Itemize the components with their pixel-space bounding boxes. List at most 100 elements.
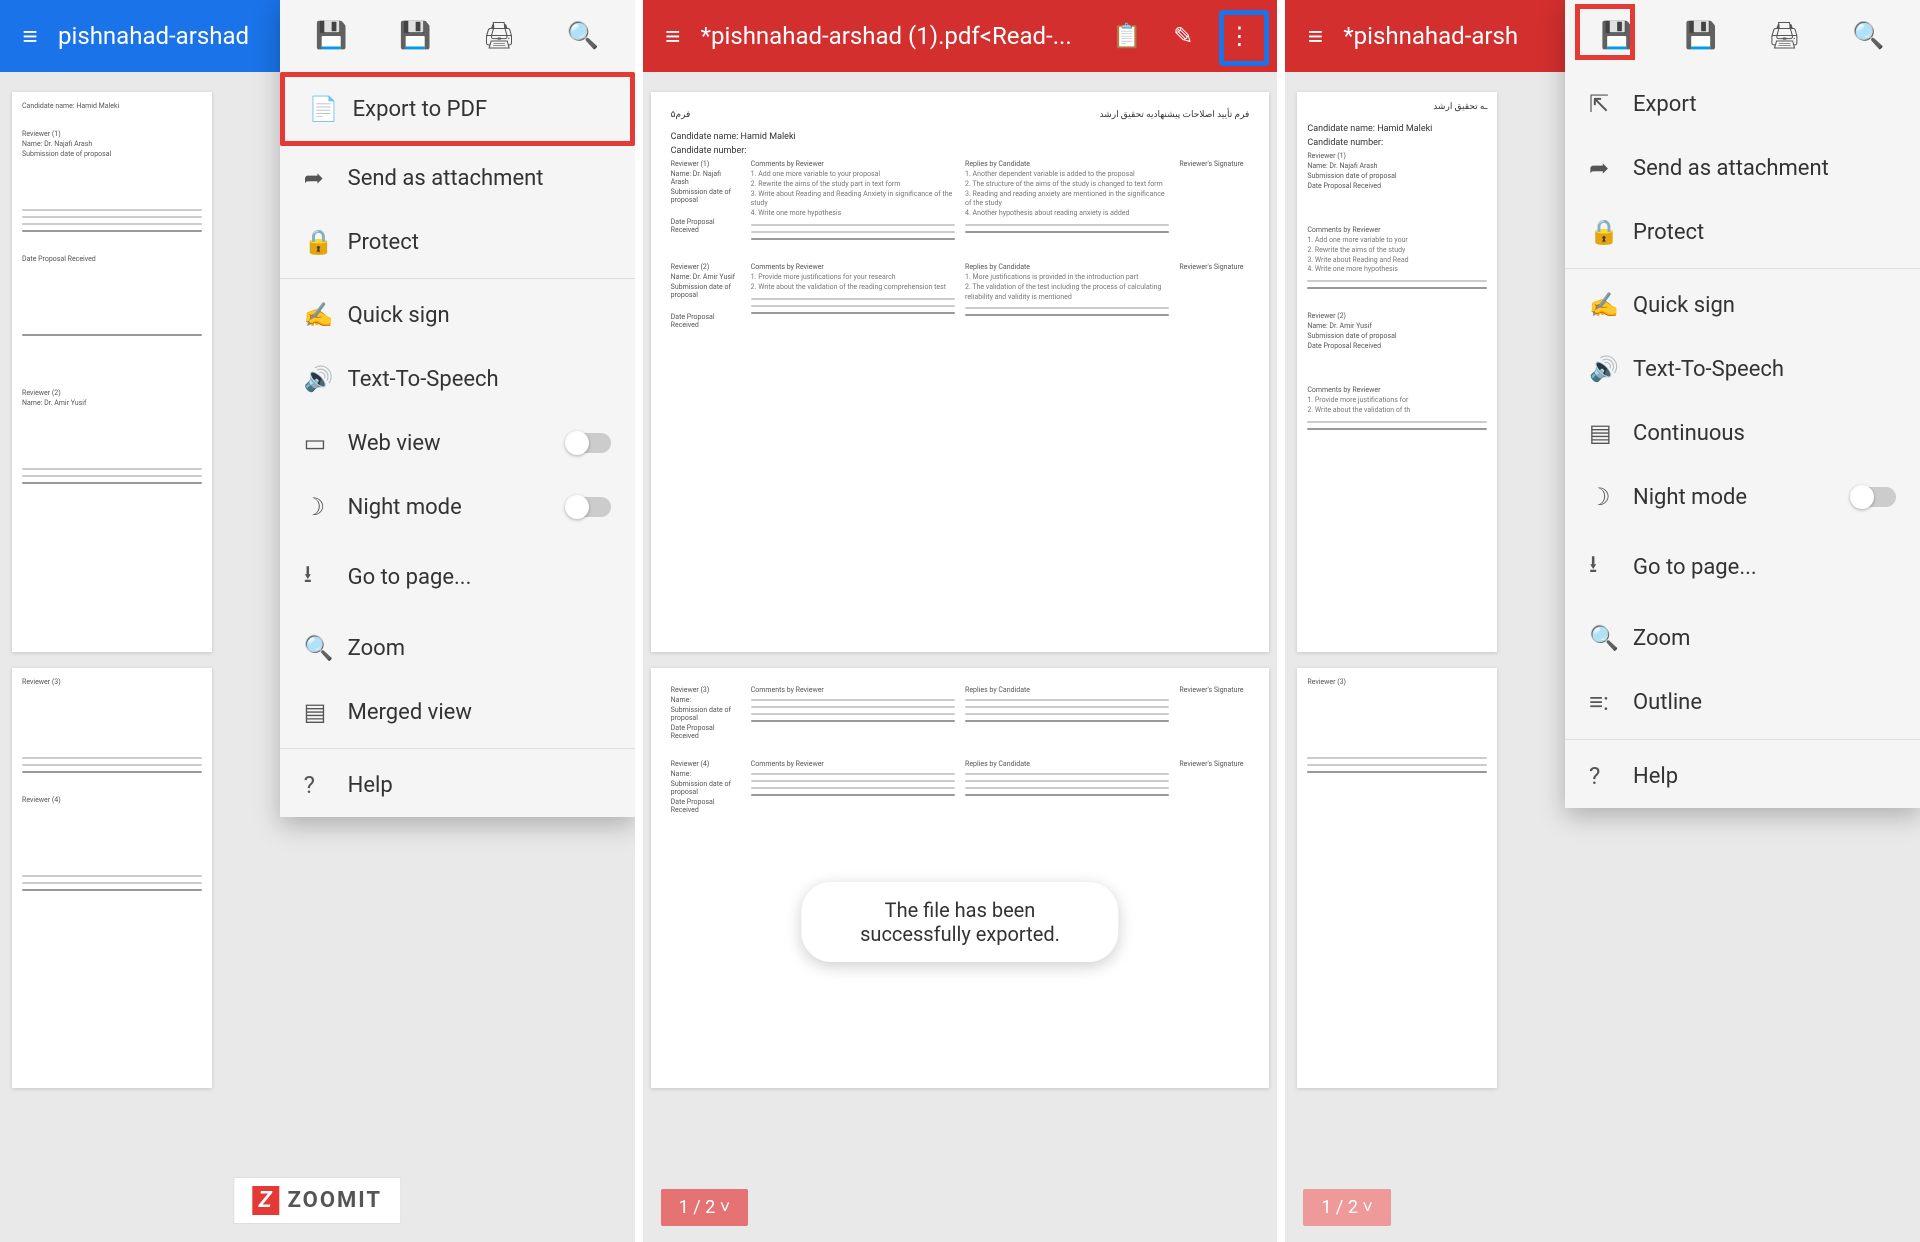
menu-item-send-as-attachment[interactable]: ➦Send as attachment xyxy=(280,146,635,210)
menu-item-quick-sign[interactable]: ✍Quick sign xyxy=(280,283,635,347)
menu-item-text-to-speech[interactable]: 🔊Text-To-Speech xyxy=(280,347,635,411)
menu-item-export-to-pdf[interactable]: 📄Export to PDF xyxy=(280,72,635,146)
screen-1: ≡ pishnahad-arshad Candidate name: Hamid… xyxy=(0,0,635,1242)
menu-item-help[interactable]: ?Help xyxy=(1565,744,1920,808)
document-area[interactable]: فرم۵فرم تأیید اصلاحات پیشنهادیه تحقیق ار… xyxy=(643,72,1278,1242)
doc-page-1: فرم۵فرم تأیید اصلاحات پیشنهادیه تحقیق ار… xyxy=(651,92,1270,652)
Zoom-icon: 🔍 xyxy=(304,634,348,662)
menu-item-export[interactable]: ⇱Export xyxy=(1565,72,1920,136)
watermark: ZZOOMIT xyxy=(234,1177,401,1224)
menu-item-outline[interactable]: ≡:Outline xyxy=(1565,670,1920,735)
doc-page-2: Reviewer (3)Name:Submission date of prop… xyxy=(651,668,1270,1088)
menu-item-label: Send as attachment xyxy=(1633,156,1829,181)
menu-item-go-to-page-[interactable]: ⭳Go to page... xyxy=(1565,529,1920,606)
Protect-icon: 🔒 xyxy=(304,228,348,256)
save-as-icon[interactable]: 💾 xyxy=(391,12,439,60)
menu-item-help[interactable]: ?Help xyxy=(280,753,635,817)
menu-item-label: Send as attachment xyxy=(348,166,544,191)
doc-page: Reviewer (3) xyxy=(1297,668,1497,1088)
menu-item-label: Text-To-Speech xyxy=(348,367,499,392)
Text-To-Speech-icon: 🔊 xyxy=(304,365,348,393)
menu-item-label: Merged view xyxy=(348,700,472,725)
highlight-more-button xyxy=(1219,10,1269,66)
doc-page: Reviewer (3) Reviewer (4) xyxy=(12,668,212,1088)
menu-item-protect[interactable]: 🔒Protect xyxy=(1565,200,1920,264)
menu-item-zoom[interactable]: 🔍Zoom xyxy=(1565,606,1920,670)
save-as-icon[interactable]: 💾 xyxy=(1677,12,1725,60)
doc-page: Candidate name: Hamid Maleki Reviewer (1… xyxy=(12,92,212,652)
menu-item-label: Export to PDF xyxy=(353,97,487,122)
Outline-icon: ≡: xyxy=(1589,688,1633,717)
find-icon[interactable]: 🔍 xyxy=(559,12,607,60)
menu-item-web-view[interactable]: ▭Web view xyxy=(280,411,635,475)
Export to PDF-icon: 📄 xyxy=(309,95,353,123)
screen-2: ≡ *pishnahad-arshad (1).pdf<Read-... 📋 ✎… xyxy=(643,0,1278,1242)
menu-item-label: Night mode xyxy=(1633,485,1747,510)
menu-item-protect[interactable]: 🔒Protect xyxy=(280,210,635,274)
menu-item-night-mode[interactable]: ☽Night mode xyxy=(280,475,635,539)
overflow-menu: 💾 💾 🖨 🔍 📄Export to PDF➦Send as attachmen… xyxy=(280,0,635,817)
print-icon[interactable]: 🖨 xyxy=(1760,12,1808,60)
menu-item-label: Export xyxy=(1633,92,1697,117)
Help-icon: ? xyxy=(304,771,348,799)
menu-item-label: Quick sign xyxy=(1633,293,1735,318)
hamburger-icon[interactable]: ≡ xyxy=(10,21,50,52)
Continuous-icon: ▤ xyxy=(1589,419,1633,447)
Send as attachment-icon: ➦ xyxy=(1589,154,1633,182)
file-title: *pishnahad-arshad (1).pdf<Read-... xyxy=(693,22,1100,50)
highlight-save-button xyxy=(1575,4,1635,60)
Text-To-Speech-icon: 🔊 xyxy=(1589,355,1633,383)
Merged view-icon: ▤ xyxy=(304,698,348,726)
overflow-menu: 💾 💾 🖨 🔍 ⇱Export➦Send as attachment🔒Prote… xyxy=(1565,0,1920,808)
menu-icon-row: 💾 💾 🖨 🔍 xyxy=(280,0,635,72)
Protect-icon: 🔒 xyxy=(1589,218,1633,246)
topbar: ≡ *pishnahad-arshad (1).pdf<Read-... 📋 ✎… xyxy=(643,0,1278,72)
Send as attachment-icon: ➦ xyxy=(304,164,348,192)
Quick sign-icon: ✍ xyxy=(1589,291,1633,319)
menu-item-label: Help xyxy=(1633,764,1678,789)
menu-item-merged-view[interactable]: ▤Merged view xyxy=(280,680,635,744)
menu-item-label: Continuous xyxy=(1633,421,1745,446)
page-indicator[interactable]: 1 / 2 ˅ xyxy=(661,1189,749,1226)
export-success-toast: The file has been successfully exported. xyxy=(801,882,1118,962)
menu-item-label: Go to page... xyxy=(348,565,472,590)
find-icon[interactable]: 🔍 xyxy=(1844,12,1892,60)
menu-item-label: Web view xyxy=(348,431,441,456)
menu-icon-row: 💾 💾 🖨 🔍 xyxy=(1565,0,1920,72)
toggle[interactable] xyxy=(567,497,611,517)
Zoom-icon: 🔍 xyxy=(1589,624,1633,652)
toggle[interactable] xyxy=(1852,487,1896,507)
Export-icon: ⇱ xyxy=(1589,90,1633,118)
print-icon[interactable]: 🖨 xyxy=(475,12,523,60)
Night mode-icon: ☽ xyxy=(304,493,348,521)
menu-item-label: Protect xyxy=(1633,220,1704,245)
menu-item-text-to-speech[interactable]: 🔊Text-To-Speech xyxy=(1565,337,1920,401)
menu-item-go-to-page-[interactable]: ⭳Go to page... xyxy=(280,539,635,616)
menu-item-send-as-attachment[interactable]: ➦Send as attachment xyxy=(1565,136,1920,200)
menu-item-label: Text-To-Speech xyxy=(1633,357,1784,382)
clipboard-icon[interactable]: 📋 xyxy=(1099,22,1155,50)
edit-icon[interactable]: ✎ xyxy=(1155,22,1211,50)
page-indicator[interactable]: 1 / 2 ˅ xyxy=(1303,1189,1391,1226)
Night mode-icon: ☽ xyxy=(1589,483,1633,511)
menu-item-zoom[interactable]: 🔍Zoom xyxy=(280,616,635,680)
Help-icon: ? xyxy=(1589,762,1633,790)
Go to page...-icon: ⭳ xyxy=(304,557,348,598)
menu-item-label: Night mode xyxy=(348,495,462,520)
toggle[interactable] xyxy=(567,433,611,453)
menu-item-label: Zoom xyxy=(348,636,405,661)
Web view-icon: ▭ xyxy=(304,429,348,457)
menu-item-quick-sign[interactable]: ✍Quick sign xyxy=(1565,273,1920,337)
menu-item-continuous[interactable]: ▤Continuous xyxy=(1565,401,1920,465)
menu-item-night-mode[interactable]: ☽Night mode xyxy=(1565,465,1920,529)
menu-item-label: Quick sign xyxy=(348,303,450,328)
menu-item-label: Zoom xyxy=(1633,626,1690,651)
hamburger-icon[interactable]: ≡ xyxy=(1295,21,1335,52)
save-icon[interactable]: 💾 xyxy=(308,12,356,60)
hamburger-icon[interactable]: ≡ xyxy=(653,21,693,52)
menu-item-label: Protect xyxy=(348,230,419,255)
menu-item-label: Outline xyxy=(1633,690,1702,715)
menu-item-label: Help xyxy=(348,773,393,798)
doc-page: ـه تحقيق ارشد Candidate name: Hamid Male… xyxy=(1297,92,1497,652)
Quick sign-icon: ✍ xyxy=(304,301,348,329)
